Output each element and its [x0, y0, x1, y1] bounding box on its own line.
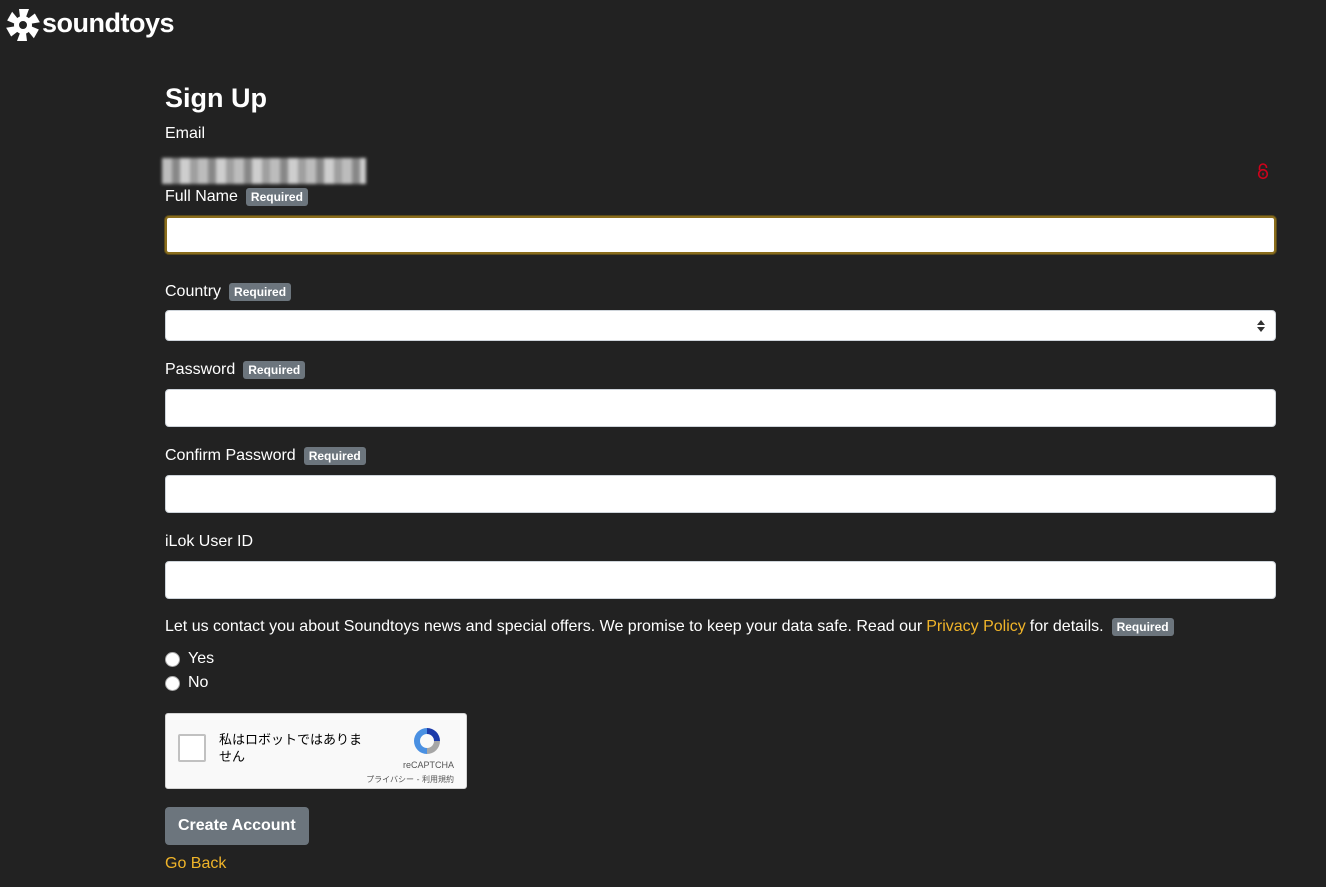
consent-text: Let us contact you about Soundtoys news … — [165, 618, 923, 635]
go-back-link[interactable]: Go Back — [165, 855, 226, 873]
recaptcha-checkbox[interactable] — [178, 734, 206, 762]
page-title: Sign Up — [165, 83, 267, 113]
full-name-label-text: Full Name — [165, 188, 238, 205]
country-label-text: Country — [165, 283, 222, 300]
email-label: Email — [165, 124, 1276, 144]
recaptcha-widget: 私はロボットではありません reCAPTCHA プライバシー - 利用規約 — [165, 713, 467, 789]
brand-name: soundtoys — [42, 7, 175, 38]
privacy-policy-link[interactable]: Privacy Policy — [926, 617, 1026, 637]
ilok-user-id-input[interactable] — [165, 561, 1276, 599]
recaptcha-terms-link[interactable]: プライバシー - 利用規約 — [366, 774, 454, 785]
country-select[interactable] — [165, 310, 1276, 341]
password-input[interactable] — [165, 389, 1276, 427]
required-badge: Required — [1111, 618, 1174, 636]
consent-option-no[interactable]: No — [165, 671, 1276, 695]
radio-no-label: No — [188, 674, 209, 691]
consent-option-yes[interactable]: Yes — [165, 647, 1276, 671]
ilok-label-text: iLok User ID — [165, 533, 254, 550]
consent-suffix: for details. — [1029, 618, 1104, 635]
marketing-consent-text: Let us contact you about Soundtoys news … — [165, 617, 1276, 637]
soundtoys-logo-icon — [6, 9, 40, 41]
recaptcha-brand: reCAPTCHA — [402, 760, 454, 770]
lock-icon — [1257, 163, 1269, 180]
confirm-password-label-text: Confirm Password — [165, 447, 296, 464]
radio-no[interactable] — [165, 675, 180, 691]
email-label-text: Email — [165, 125, 206, 142]
required-badge: Required — [243, 361, 306, 379]
confirm-password-label: Confirm Password Required — [165, 446, 1276, 466]
country-label: Country Required — [165, 282, 1276, 302]
ilok-label: iLok User ID — [165, 532, 1276, 552]
signup-form: Sign Up Email Full Name Required Country… — [162, 78, 1276, 873]
full-name-input[interactable] — [165, 216, 1276, 254]
required-badge: Required — [303, 447, 366, 465]
full-name-label: Full Name Required — [165, 187, 1276, 207]
create-account-button[interactable]: Create Account — [165, 807, 309, 845]
password-label-text: Password — [165, 361, 236, 378]
password-label: Password Required — [165, 360, 1276, 380]
recaptcha-label: 私はロボットではありません — [219, 733, 363, 765]
recaptcha-logo-icon — [414, 728, 440, 754]
required-badge: Required — [245, 188, 308, 206]
email-display — [162, 144, 1276, 184]
radio-yes[interactable] — [165, 651, 180, 667]
email-value-redacted — [162, 158, 366, 184]
required-badge: Required — [229, 283, 292, 301]
soundtoys-logo[interactable]: soundtoys — [6, 7, 175, 43]
radio-yes-label: Yes — [188, 650, 215, 667]
confirm-password-input[interactable] — [165, 475, 1276, 513]
select-arrows-icon — [1257, 320, 1265, 332]
